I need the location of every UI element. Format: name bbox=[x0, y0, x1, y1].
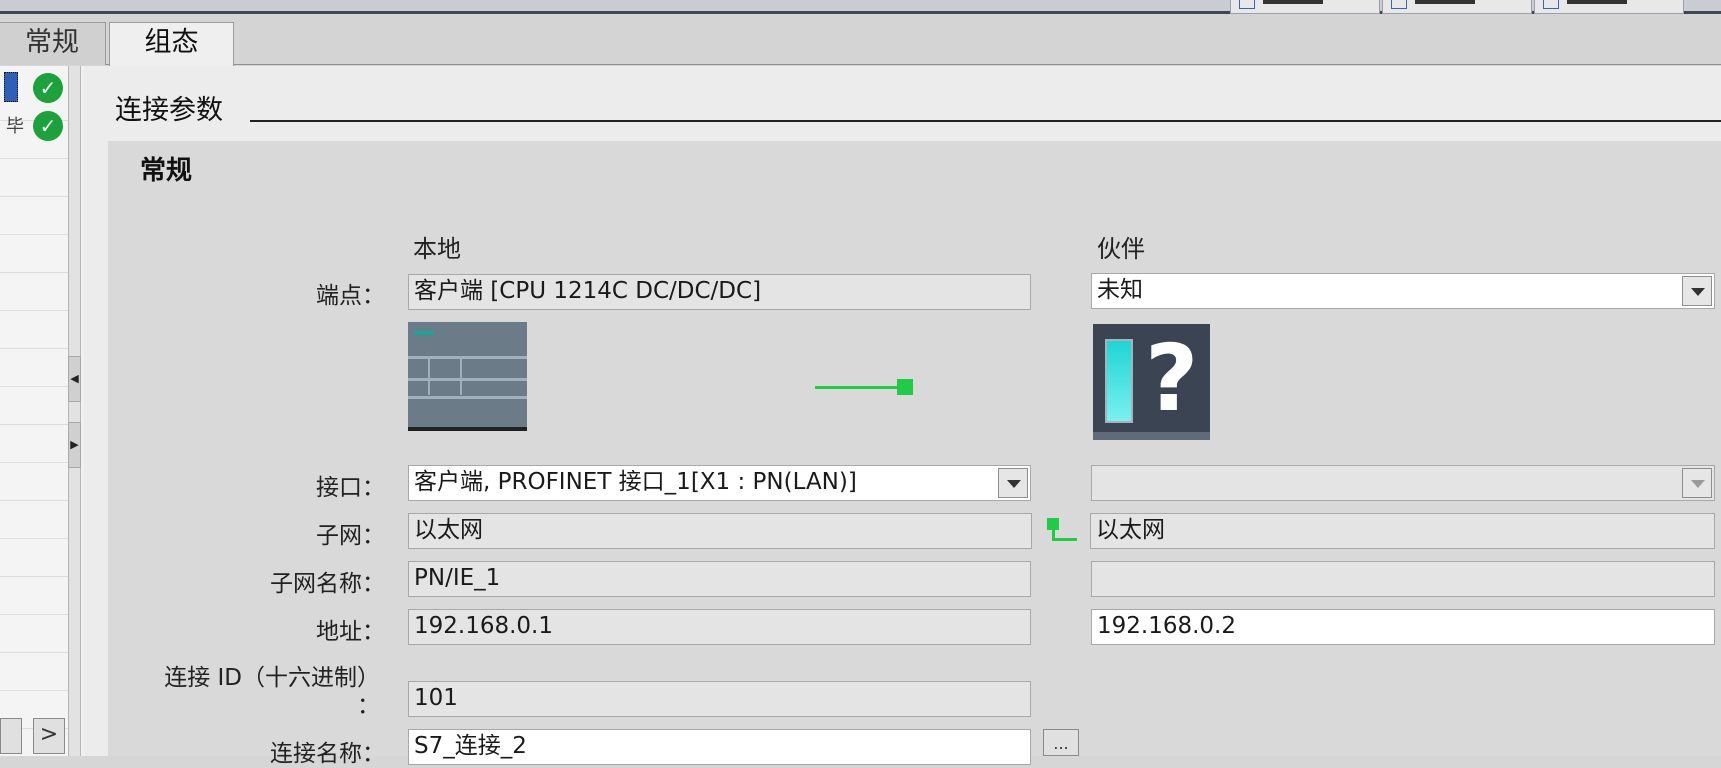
partner-subnet-name-field bbox=[1091, 561, 1715, 597]
subnet-name-label: 子网名称： bbox=[270, 571, 385, 597]
local-endpoint-field: 客户端 [CPU 1214C DC/DC/DC] bbox=[408, 274, 1031, 310]
partner-interface-select bbox=[1091, 465, 1715, 501]
top-panel-tab-3[interactable] bbox=[1534, 0, 1684, 14]
partner-column-header: 伙伴 bbox=[1097, 235, 1145, 263]
cpu-device-icon bbox=[408, 322, 527, 431]
partner-endpoint-select[interactable]: 未知 bbox=[1091, 273, 1715, 309]
connection-id-field: 101 bbox=[408, 681, 1031, 717]
nav-item-2-label[interactable]: 毕 bbox=[6, 112, 24, 138]
interface-label: 接口： bbox=[316, 475, 385, 501]
dropdown-arrow-icon[interactable] bbox=[1682, 276, 1712, 306]
top-panel-tab-2[interactable] bbox=[1382, 0, 1532, 14]
section-divider bbox=[250, 120, 1721, 122]
tab-bar: 常规 组态 bbox=[0, 14, 1721, 66]
browse-button[interactable]: ... bbox=[1043, 729, 1079, 756]
general-subtitle: 常规 bbox=[140, 156, 193, 186]
panel-splitter[interactable] bbox=[68, 66, 81, 756]
tab-general[interactable]: 常规 bbox=[0, 22, 106, 65]
connection-name-input[interactable]: S7_连接_2 bbox=[408, 729, 1031, 765]
subnet-connector-icon bbox=[1047, 518, 1077, 542]
left-navigation: 毕 ✓ ✓ ◀ ▶ > bbox=[0, 66, 84, 756]
unknown-device-icon: ? bbox=[1093, 324, 1210, 440]
tab-configuration[interactable]: 组态 bbox=[109, 22, 234, 66]
expand-right-button[interactable]: ▶ bbox=[68, 422, 81, 468]
scroll-next-button[interactable]: > bbox=[33, 718, 65, 754]
subnet-label: 子网： bbox=[316, 523, 385, 549]
top-panel-tab-1[interactable] bbox=[1230, 0, 1380, 14]
dropdown-arrow-icon[interactable] bbox=[998, 468, 1028, 498]
collapse-left-button[interactable]: ◀ bbox=[68, 356, 81, 402]
local-interface-select[interactable]: 客户端, PROFINET 接口_1[X1 : PN(LAN)] bbox=[408, 465, 1031, 501]
partner-endpoint-value: 未知 bbox=[1097, 277, 1143, 303]
check-icon: ✓ bbox=[33, 111, 63, 141]
nav-item-general-selected[interactable] bbox=[4, 72, 18, 102]
info-icon bbox=[1391, 0, 1407, 9]
endpoint-label: 端点： bbox=[316, 283, 385, 309]
partner-address-input[interactable]: 192.168.0.2 bbox=[1091, 609, 1715, 645]
dropdown-arrow-icon bbox=[1682, 468, 1712, 498]
partner-subnet-field: 以太网 bbox=[1090, 513, 1715, 549]
connection-id-label-colon: ： bbox=[357, 693, 380, 719]
local-subnet-name-field: PN/IE_1 bbox=[408, 561, 1031, 597]
connection-node-icon bbox=[897, 379, 913, 395]
local-column-header: 本地 bbox=[413, 235, 461, 263]
local-interface-value: 客户端, PROFINET 接口_1[X1 : PN(LAN)] bbox=[414, 469, 857, 495]
local-subnet-field: 以太网 bbox=[408, 513, 1032, 549]
connection-name-label: 连接名称： bbox=[270, 741, 385, 767]
local-address-field: 192.168.0.1 bbox=[408, 609, 1031, 645]
diagnostics-icon bbox=[1543, 0, 1559, 9]
properties-icon bbox=[1239, 0, 1255, 9]
check-icon: ✓ bbox=[33, 73, 63, 103]
top-toolbar bbox=[0, 0, 1721, 14]
section-title: 连接参数 bbox=[115, 95, 223, 126]
connection-line-icon bbox=[815, 386, 900, 389]
address-label: 地址： bbox=[316, 619, 385, 645]
scroll-prev-button[interactable] bbox=[0, 718, 22, 754]
